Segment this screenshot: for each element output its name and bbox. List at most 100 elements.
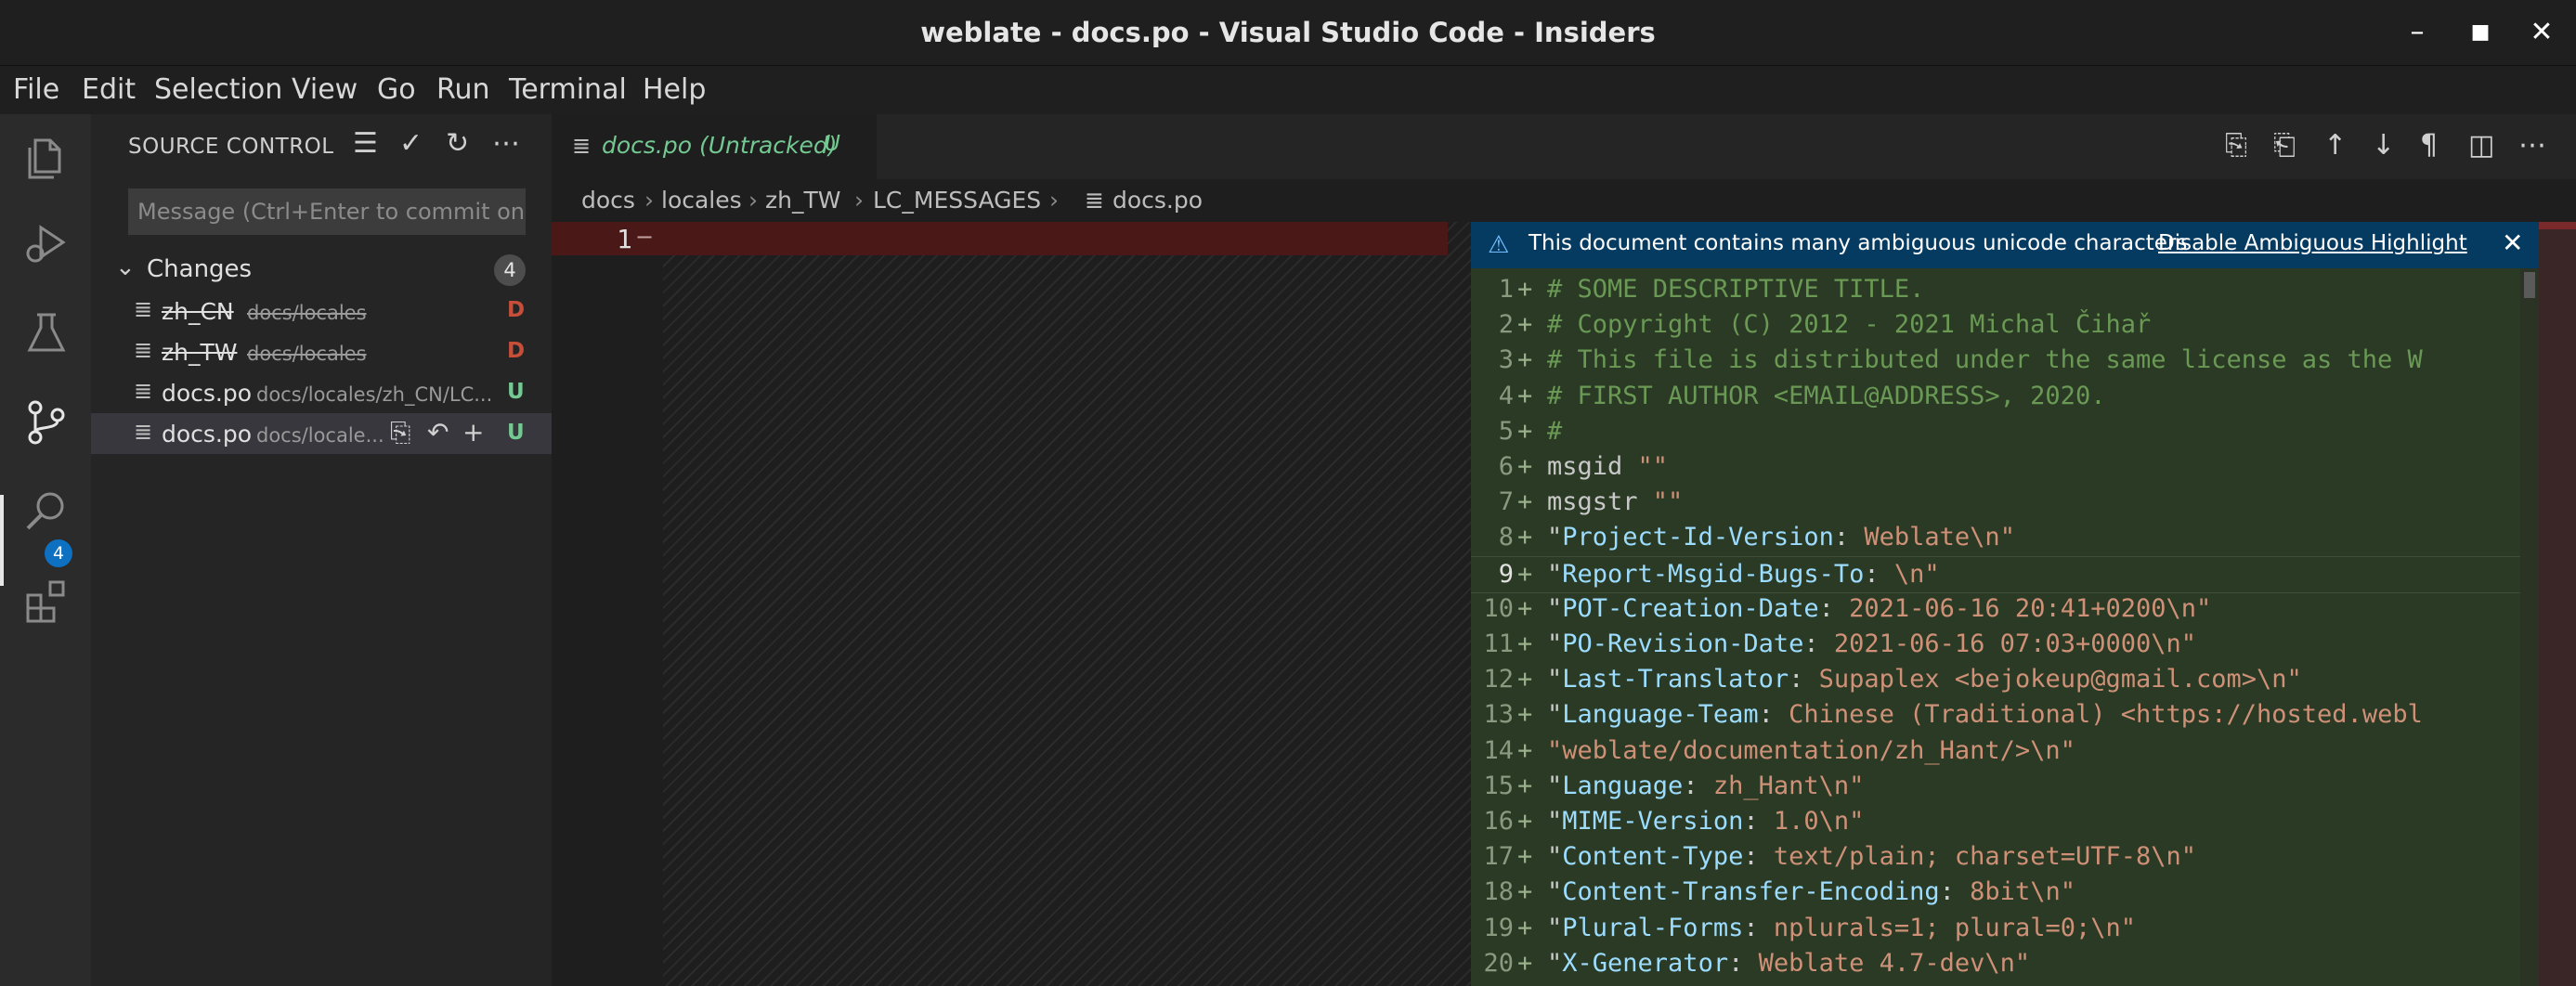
line-number: 18 (1483, 877, 1514, 907)
window-title: weblate - docs.po - Visual Studio Code -… (920, 17, 1656, 48)
breadcrumb-item[interactable]: zh_TW (765, 187, 840, 214)
code-line[interactable]: 6 + msgid "" (1471, 449, 2520, 485)
view-as-tree-icon[interactable]: ☰ (353, 127, 378, 160)
code-line[interactable]: 11 + "PO-Revision-Date: 2021-06-16 07:03+0… (1471, 627, 2520, 662)
menu-selection[interactable]: Selection (154, 73, 282, 106)
tab-status: U (825, 132, 840, 156)
added-marker: + (1517, 452, 1533, 481)
added-marker: + (1517, 948, 1533, 978)
open-file-icon[interactable]: ⎘ (390, 417, 410, 448)
more-actions-icon[interactable]: ⋯ (2518, 129, 2546, 162)
diff-original-pane[interactable]: 1 − (552, 222, 1471, 986)
changes-count-badge: 4 (494, 254, 526, 286)
open-file-icon[interactable]: ⎘ (2225, 129, 2247, 162)
menu-edit[interactable]: Edit (82, 73, 136, 106)
toggle-whitespace-pilcrow-icon[interactable]: ¶ (2420, 129, 2438, 162)
search-icon[interactable] (22, 487, 71, 536)
status-badge: U (507, 380, 525, 404)
added-marker: + (1517, 842, 1533, 872)
code-text: "MIME-Version: 1.0\n" (1547, 807, 1865, 836)
menu-view[interactable]: View (292, 73, 358, 106)
close-icon[interactable]: ✕ (2502, 227, 2523, 258)
code-line[interactable]: 20 + "X-Generator: Weblate 4.7-dev\n" (1471, 946, 2520, 981)
code-line[interactable]: 12 + "Last-Translator: Supaplex <bejokeup@… (1471, 662, 2520, 697)
code-line[interactable]: 17 + "Content-Type: text/plain; charset=UT… (1471, 839, 2520, 875)
code-text: "PO-Revision-Date: 2021-06-16 07:03+0000… (1547, 629, 2197, 658)
code-line[interactable]: 5 + # (1471, 414, 2520, 449)
list-item[interactable]: ≣ zh_TW docs/locales D (91, 331, 552, 372)
breadcrumb-item[interactable]: locales (661, 187, 742, 214)
code-line[interactable]: 19 + "Plural-Forms: nplurals=1; plural=0;\… (1471, 911, 2520, 946)
menu-file[interactable]: File (13, 73, 59, 106)
explorer-icon[interactable] (22, 135, 71, 183)
menu-help[interactable]: Help (643, 73, 706, 106)
code-line[interactable]: 9 + "Report-Msgid-Bugs-To: \n" (1471, 555, 2520, 593)
refresh-icon[interactable]: ↻ (446, 127, 469, 160)
code-line[interactable]: 3 + # This file is distributed under the s… (1471, 343, 2520, 378)
code-text: msgid "" (1547, 452, 1669, 481)
code-text: "Language: zh_Hant\n" (1547, 771, 1865, 800)
source-control-icon[interactable] (22, 398, 71, 447)
title-bar: weblate - docs.po - Visual Studio Code -… (0, 0, 2576, 66)
added-marker: + (1517, 771, 1533, 800)
testing-flask-icon[interactable] (22, 309, 71, 357)
removed-marker: − (635, 224, 655, 250)
scrollbar-thumb[interactable] (2524, 272, 2535, 298)
commit-message-input[interactable]: Message (Ctrl+Enter to commit on... (128, 188, 526, 235)
open-changes-icon[interactable]: ⎗ (2273, 129, 2296, 162)
menu-run[interactable]: Run (436, 73, 490, 106)
stage-plus-icon[interactable]: + (462, 417, 484, 448)
list-item[interactable]: ≣ zh_CN docs/locales D (91, 291, 552, 331)
code-text: "Plural-Forms: nplurals=1; plural=0;\n" (1547, 913, 2136, 942)
code-text: # Copyright (C) 2012 - 2021 Michal Čihař (1547, 310, 2152, 340)
discard-changes-icon[interactable]: ↶ (427, 417, 449, 448)
more-actions-icon[interactable]: ⋯ (492, 127, 520, 160)
vertical-scrollbar[interactable] (2520, 268, 2539, 986)
added-marker: + (1517, 381, 1533, 410)
menu-go[interactable]: Go (377, 73, 416, 106)
code-line[interactable]: 14 + "weblate/documentation/zh_Hant/>\n" (1471, 733, 2520, 769)
code-line[interactable]: 18 + "Content-Transfer-Encoding: 8bit\n" (1471, 875, 2520, 910)
code-line[interactable]: 10 + "POT-Creation-Date: 2021-06-16 20:41+… (1471, 591, 2520, 627)
next-change-arrow-down-icon[interactable]: ↓ (2372, 129, 2395, 162)
disable-ambiguous-highlight-link[interactable]: Disable Ambiguous Highlight (2158, 231, 2467, 255)
code-line[interactable]: 7 + msgstr "" (1471, 485, 2520, 520)
tab-docs-po[interactable]: ≣ docs.po (Untracked) U (552, 114, 877, 179)
code-line[interactable]: 8 + "Project-Id-Version: Weblate\n" (1471, 520, 2520, 555)
code-view[interactable]: 1 + # SOME DESCRIPTIVE TITLE. 2 + # Copyright… (1471, 268, 2520, 986)
close-window-button[interactable]: ✕ (2518, 11, 2565, 54)
breadcrumb-item[interactable]: LC_MESSAGES (873, 187, 1041, 214)
changes-group-header[interactable]: ⌄ Changes 4 (91, 250, 552, 291)
minimize-button[interactable]: – (2394, 11, 2440, 54)
diff-modified-pane[interactable]: ⚠ This document contains many ambiguous … (1471, 222, 2539, 986)
status-badge: D (507, 298, 526, 322)
code-line[interactable]: 13 + "Language-Team: Chinese (Traditional)… (1471, 697, 2520, 733)
added-marker: + (1517, 913, 1533, 942)
list-item-selected[interactable]: ≣ docs.po docs/locale... ⎘ ↶ + U (91, 413, 552, 454)
line-number: 14 (1483, 735, 1514, 765)
split-editor-icon[interactable]: ◫ (2468, 129, 2494, 162)
added-marker: + (1517, 735, 1533, 765)
added-marker: + (1517, 593, 1533, 623)
list-item[interactable]: ≣ docs.po docs/locales/zh_CN/LC... U (91, 372, 552, 413)
code-line[interactable]: 15 + "Language: zh_Hant\n" (1471, 769, 2520, 804)
maximize-button[interactable]: ■ (2457, 11, 2504, 54)
code-line[interactable]: 16 + "MIME-Version: 1.0\n" (1471, 804, 2520, 839)
changes-label: Changes (147, 255, 253, 283)
menu-terminal[interactable]: Terminal (509, 73, 627, 106)
commit-check-icon[interactable]: ✓ (399, 127, 423, 160)
activity-bar: 4 (0, 114, 91, 986)
extensions-icon[interactable] (22, 577, 71, 625)
code-line[interactable]: 4 + # FIRST AUTHOR <EMAIL@ADDRESS>, 2020. (1471, 379, 2520, 414)
run-debug-icon[interactable] (22, 220, 71, 268)
code-line[interactable]: 1 + # SOME DESCRIPTIVE TITLE. (1471, 272, 2520, 307)
previous-change-arrow-up-icon[interactable]: ↑ (2323, 129, 2347, 162)
code-text: "POT-Creation-Date: 2021-06-16 20:41+020… (1547, 593, 2212, 623)
line-number: 10 (1483, 593, 1514, 623)
overview-ruler[interactable] (2539, 222, 2576, 986)
breadcrumb-item[interactable]: docs (581, 187, 635, 214)
code-line[interactable]: 2 + # Copyright (C) 2012 - 2021 Michal Čih… (1471, 307, 2520, 343)
breadcrumb-item[interactable]: docs.po (1112, 187, 1203, 214)
added-marker: + (1517, 629, 1533, 658)
file-path: docs/locale... (256, 424, 384, 447)
